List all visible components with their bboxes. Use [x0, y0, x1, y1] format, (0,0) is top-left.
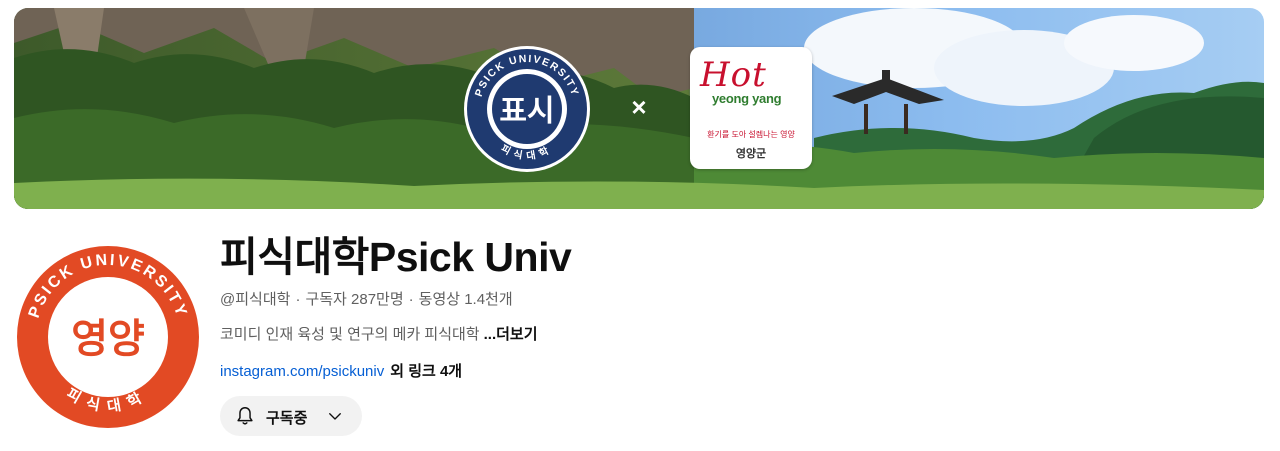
subscriber-count: 구독자 287만명: [305, 291, 404, 308]
close-icon: ×: [631, 92, 647, 122]
subscribed-label: 구독중: [266, 410, 308, 427]
channel-banner: PSICK UNIVERSITY 피식대학 표시 × Hot yeong yan…: [14, 8, 1264, 209]
channel-handle: @피식대학: [220, 291, 291, 308]
partner-logo-slogan: 환기를 도아 설렘나는 영양: [707, 130, 795, 139]
more-links-button[interactable]: 외 링크 4개: [390, 363, 462, 380]
partner-logo-county: 영양군: [735, 148, 767, 160]
channel-links: instagram.com/psickuniv 외 링크 4개: [220, 360, 462, 381]
meta-separator: ·: [408, 291, 414, 308]
description-text: 코미디 인재 육성 및 연구의 메카 피식대학: [220, 326, 480, 343]
meta-separator: ·: [295, 291, 301, 308]
more-button[interactable]: ...더보기: [484, 326, 538, 343]
chevron-down-icon: [329, 413, 341, 420]
channel-description[interactable]: 코미디 인재 육성 및 연구의 메카 피식대학 ...더보기: [220, 323, 538, 344]
channel-title: 피식대학Psick Univ: [220, 234, 572, 280]
seal-center-text: 표시: [499, 94, 554, 129]
channel-avatar[interactable]: PSICK UNIVERSITY 피식대학 영양: [16, 245, 200, 429]
partner-logo-word: Hot: [700, 55, 767, 95]
video-count: 동영상 1.4천개: [418, 291, 513, 308]
university-seal-logo: PSICK UNIVERSITY 피식대학 표시: [464, 46, 590, 172]
instagram-link[interactable]: instagram.com/psickuniv: [220, 363, 384, 380]
partner-logo-card: Hot yeong yang 환기를 도아 설렘나는 영양 영양군: [690, 47, 812, 169]
subscribed-button[interactable]: 구독중: [220, 396, 362, 436]
bell-icon: [237, 407, 253, 425]
avatar-center-text: 영양: [71, 316, 145, 362]
channel-meta: @피식대학 · 구독자 287만명 · 동영상 1.4천개: [220, 288, 513, 309]
partner-logo-sub: yeong yang: [712, 91, 782, 106]
